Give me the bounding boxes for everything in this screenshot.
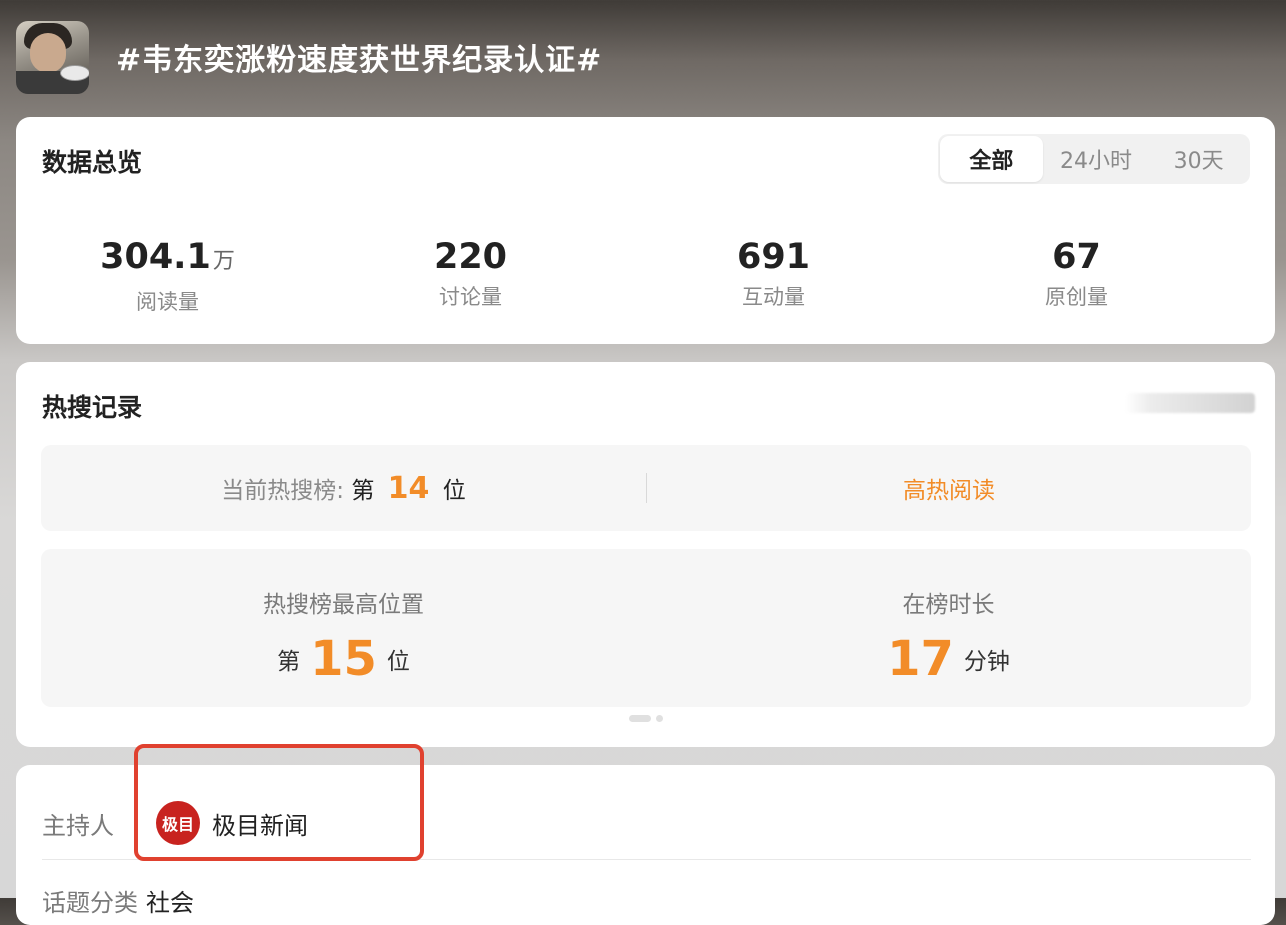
avatar-face: [30, 32, 66, 73]
high-heat-reading-link[interactable]: 高热阅读: [647, 471, 1251, 505]
avatar-object: [60, 64, 89, 81]
hot-search-card: 热搜记录 当前热搜榜: 第 14 位 高热阅读 热搜榜最高位置 第 15 位 在榜时…: [16, 362, 1275, 747]
page-indicator: [629, 715, 663, 722]
best-position: 热搜榜最高位置 第 15 位: [41, 549, 646, 707]
best-position-value-line: 第 15 位: [41, 631, 646, 687]
best-position-prefix: 第: [277, 649, 301, 675]
page-dot: [656, 715, 663, 722]
stat-interactions-value: 691: [736, 237, 811, 277]
page-dot-active: [629, 715, 651, 722]
current-rank: 当前热搜榜: 第 14 位: [41, 471, 646, 506]
stat-originals-label: 原创量: [1045, 285, 1108, 309]
current-rank-prefix: 第: [351, 477, 375, 504]
stat-originals: 67 原创量: [925, 235, 1228, 316]
stats-row: 304.1万 阅读量 220 讨论量 691 互动量 67 原创量: [16, 235, 1228, 316]
best-position-label: 热搜榜最高位置: [263, 592, 424, 618]
current-rank-suffix: 位: [442, 477, 466, 504]
best-stats-row: 热搜榜最高位置 第 15 位 在榜时长 17 分钟: [41, 549, 1251, 707]
topic-title: #韦东奕涨粉速度获世界纪录认证#: [116, 43, 603, 78]
blurred-badge: [1125, 393, 1255, 413]
stat-discussions-label: 讨论量: [439, 285, 502, 309]
data-overview-card: 数据总览 全部 24小时 30天 304.1万 阅读量 220 讨论量 691 …: [16, 117, 1275, 344]
stat-reads: 304.1万 阅读量: [16, 235, 319, 316]
hot-search-title: 热搜记录: [42, 393, 143, 422]
stat-discussions-value: 220: [433, 237, 508, 277]
tab-all[interactable]: 全部: [940, 136, 1043, 182]
stat-reads-label: 阅读量: [136, 290, 199, 314]
topic-header: #韦东奕涨粉速度获世界纪录认证#: [16, 20, 1266, 94]
stat-interactions: 691 互动量: [622, 235, 925, 316]
stat-originals-value: 67: [1052, 237, 1101, 277]
duration-value-line: 17 分钟: [646, 631, 1251, 687]
duration-value: 17: [887, 631, 954, 687]
category-label: 话题分类: [42, 889, 138, 917]
best-position-suffix: 位: [386, 649, 410, 675]
on-list-duration: 在榜时长 17 分钟: [646, 549, 1251, 707]
best-position-value: 15: [310, 631, 377, 687]
category-value: 社会: [146, 889, 194, 917]
current-rank-row: 当前热搜榜: 第 14 位 高热阅读: [41, 445, 1251, 531]
overview-title: 数据总览: [42, 148, 143, 177]
topic-avatar[interactable]: [16, 20, 89, 94]
stat-interactions-label: 互动量: [742, 285, 805, 309]
current-rank-label: 当前热搜榜:: [221, 477, 345, 504]
stat-discussions: 220 讨论量: [319, 235, 622, 316]
category-row: 话题分类 社会: [42, 883, 194, 918]
tab-24h[interactable]: 24小时: [1045, 134, 1148, 184]
stat-reads-unit: 万: [212, 249, 235, 274]
host-highlight-annotation: [134, 744, 424, 861]
duration-label: 在榜时长: [902, 592, 995, 618]
tab-30d[interactable]: 30天: [1147, 134, 1250, 184]
time-range-tabs: 全部 24小时 30天: [938, 134, 1250, 184]
current-rank-value: 14: [387, 470, 430, 506]
stat-reads-value: 304.1万: [100, 237, 235, 277]
duration-unit: 分钟: [963, 649, 1010, 675]
